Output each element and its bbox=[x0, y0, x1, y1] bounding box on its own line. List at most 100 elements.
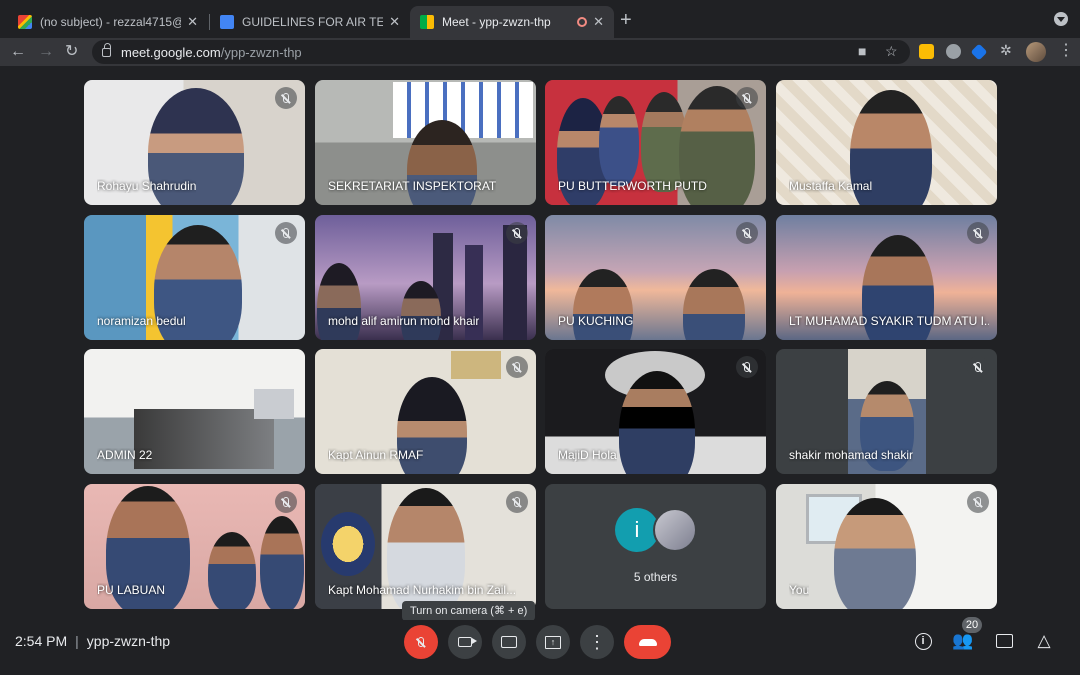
participant-name: ADMIN 22 bbox=[97, 448, 153, 462]
mic-off-icon bbox=[736, 87, 758, 109]
reload-icon[interactable]: ↻ bbox=[65, 42, 78, 62]
mic-off-icon bbox=[736, 222, 758, 244]
participant-name: mohd alif amirun mohd khair bbox=[328, 314, 480, 328]
present-screen-button[interactable]: ↑ bbox=[536, 625, 570, 659]
participant-name: Kapt Mohamad Nurhakim bin Zail... bbox=[328, 583, 517, 597]
participant-count-badge: 20 bbox=[962, 617, 982, 633]
browser-toolbar: ← → ↻ meet.google.com/ypp-zwzn-thp ■ ☆ ✲… bbox=[0, 38, 1080, 66]
participant-name: Mustaffa Kamal bbox=[789, 179, 873, 193]
participant-tile[interactable]: MajiD Hola bbox=[545, 349, 766, 474]
participant-tile[interactable]: PU BUTTERWORTH PUTD bbox=[545, 80, 766, 205]
participant-tile[interactable]: PU KUCHING bbox=[545, 215, 766, 340]
captions-icon bbox=[501, 636, 517, 648]
participant-name: PU LABUAN bbox=[97, 583, 166, 597]
browser-menu-icon[interactable]: ⋮ bbox=[1058, 43, 1074, 59]
more-options-button[interactable]: ⋮ bbox=[580, 625, 614, 659]
captions-button[interactable] bbox=[492, 625, 526, 659]
tab-title: Meet - ypp-zwzn-thp bbox=[442, 15, 551, 29]
meeting-info-icon[interactable]: i bbox=[912, 630, 934, 652]
others-avatar bbox=[653, 508, 697, 552]
bookmark-star-icon[interactable]: ☆ bbox=[885, 43, 898, 60]
participant-tile[interactable]: ADMIN 22 bbox=[84, 349, 305, 474]
new-tab-icon[interactable]: + bbox=[620, 10, 632, 30]
camera-blocked-icon[interactable]: ■ bbox=[858, 43, 866, 59]
download-extension-icon[interactable] bbox=[919, 44, 934, 59]
mic-off-icon bbox=[506, 491, 528, 513]
participant-tile[interactable]: shakir mohamad shakir bbox=[776, 349, 997, 474]
lock-icon bbox=[102, 42, 111, 57]
recording-icon bbox=[577, 17, 588, 27]
participant-tile[interactable]: Rohayu Shahrudin bbox=[84, 80, 305, 205]
mic-off-icon bbox=[275, 222, 297, 244]
participant-name: PU BUTTERWORTH PUTD bbox=[558, 179, 707, 193]
gmail-icon bbox=[18, 15, 32, 29]
participant-name: Rohayu Shahrudin bbox=[97, 179, 197, 193]
camera-icon bbox=[458, 637, 477, 647]
participant-name: Kapt Ainun RMAF bbox=[328, 448, 424, 462]
back-icon[interactable]: ← bbox=[10, 42, 26, 62]
others-label: 5 others bbox=[633, 570, 678, 584]
url-path: /ypp-zwzn-thp bbox=[220, 44, 302, 60]
participant-name: LT MUHAMAD SYAKIR TUDM ATU I... bbox=[789, 314, 989, 328]
participant-tile[interactable]: Kapt Mohamad Nurhakim bin Zail... bbox=[315, 484, 536, 609]
close-icon[interactable]: ✕ bbox=[187, 14, 198, 30]
address-bar[interactable]: meet.google.com/ypp-zwzn-thp bbox=[92, 40, 910, 64]
mic-off-icon bbox=[967, 491, 989, 513]
others-tile[interactable]: i 5 others bbox=[545, 484, 766, 609]
meeting-code: ypp-zwzn-thp bbox=[86, 633, 171, 649]
people-icon[interactable]: 👥 bbox=[952, 630, 974, 652]
current-time: 2:54 PM bbox=[15, 633, 68, 649]
extension-icon[interactable] bbox=[946, 44, 961, 59]
tab-search-icon[interactable] bbox=[1054, 12, 1068, 26]
mic-off-icon bbox=[506, 222, 528, 244]
close-icon[interactable]: ✕ bbox=[389, 14, 400, 30]
url-host: meet.google.com bbox=[121, 44, 221, 60]
participant-name: shakir mohamad shakir bbox=[789, 448, 914, 462]
mic-off-icon bbox=[967, 356, 989, 378]
tab-gmail[interactable]: (no subject) - rezzal4715@gmail.com ✕ bbox=[8, 6, 208, 38]
puzzle-extensions-icon[interactable]: ✲ bbox=[1000, 42, 1012, 59]
phone-hangup-icon bbox=[638, 638, 657, 646]
participant-tile-self[interactable]: You bbox=[776, 484, 997, 609]
camera-toggle-button[interactable] bbox=[448, 625, 482, 659]
leave-call-button[interactable] bbox=[624, 625, 671, 659]
activities-icon[interactable]: △ bbox=[1033, 630, 1055, 652]
extension-diamond-icon[interactable] bbox=[970, 43, 988, 61]
participant-tile[interactable]: Mustaffa Kamal bbox=[776, 80, 997, 205]
mic-off-icon bbox=[967, 222, 989, 244]
close-icon[interactable]: ✕ bbox=[593, 14, 604, 30]
participant-tile[interactable]: mohd alif amirun mohd khair bbox=[315, 215, 536, 340]
mic-off-icon bbox=[275, 87, 297, 109]
meeting-details: 2:54 PM | ypp-zwzn-thp bbox=[15, 633, 170, 649]
camera-tooltip: Turn on camera (⌘ + e) bbox=[402, 601, 536, 621]
mic-off-icon bbox=[736, 356, 758, 378]
participant-name: PU KUCHING bbox=[558, 314, 634, 328]
mic-off-icon bbox=[275, 491, 297, 513]
microphone-toggle-button[interactable] bbox=[404, 625, 438, 659]
participant-tile[interactable]: LT MUHAMAD SYAKIR TUDM ATU I... bbox=[776, 215, 997, 340]
present-icon: ↑ bbox=[545, 635, 561, 649]
forward-icon[interactable]: → bbox=[38, 42, 54, 62]
tab-docs[interactable]: GUIDELINES FOR AIR TECHNICAL ✕ bbox=[210, 6, 410, 38]
tab-title: (no subject) - rezzal4715@gmail.com bbox=[40, 15, 181, 29]
chat-icon[interactable] bbox=[993, 630, 1015, 652]
participant-name: MajiD Hola bbox=[558, 448, 617, 462]
tab-title: GUIDELINES FOR AIR TECHNICAL bbox=[242, 15, 384, 29]
participant-name: SEKRETARIAT INSPEKTORAT bbox=[328, 179, 497, 193]
mic-off-icon bbox=[506, 356, 528, 378]
backdrop-logo bbox=[453, 510, 536, 560]
tab-meet[interactable]: Meet - ypp-zwzn-thp ✕ bbox=[410, 6, 614, 38]
meeting-control-bar: 2:54 PM | ypp-zwzn-thp ↑ ⋮ i 👥 20 △ bbox=[0, 617, 1080, 675]
mic-off-icon bbox=[418, 637, 424, 647]
participant-name: You bbox=[789, 583, 810, 597]
separator: | bbox=[75, 633, 79, 649]
more-vertical-icon: ⋮ bbox=[588, 631, 606, 652]
profile-avatar[interactable] bbox=[1026, 42, 1046, 62]
participant-tile[interactable]: PU LABUAN bbox=[84, 484, 305, 609]
docs-icon bbox=[220, 15, 234, 29]
participant-name: noramizan bedul bbox=[97, 314, 186, 328]
participant-tile[interactable]: noramizan bedul bbox=[84, 215, 305, 340]
browser-tab-strip: (no subject) - rezzal4715@gmail.com ✕ GU… bbox=[0, 0, 1080, 38]
participant-tile[interactable]: SEKRETARIAT INSPEKTORAT bbox=[315, 80, 536, 205]
participant-tile[interactable]: Kapt Ainun RMAF bbox=[315, 349, 536, 474]
